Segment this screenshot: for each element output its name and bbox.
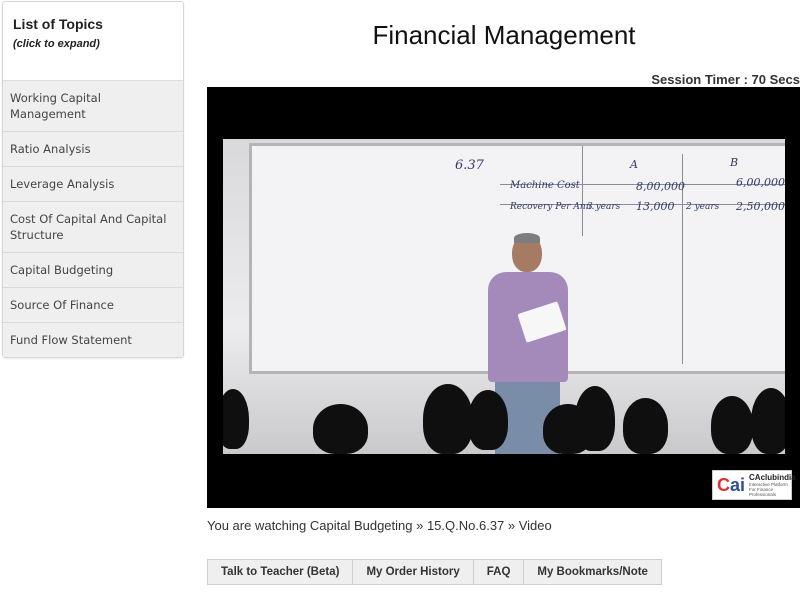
- bookmarks-note-button[interactable]: My Bookmarks/Note: [524, 560, 661, 584]
- topic-working-capital-management[interactable]: Working Capital Management: [3, 81, 183, 132]
- sidebar-title: List of Topics: [13, 16, 103, 32]
- topic-leverage-analysis[interactable]: Leverage Analysis: [3, 167, 183, 202]
- board-row2-years-b: 2 years: [686, 202, 720, 212]
- topic-capital-budgeting[interactable]: Capital Budgeting: [3, 253, 183, 288]
- order-history-button[interactable]: My Order History: [353, 560, 474, 584]
- talk-to-teacher-button[interactable]: Talk to Teacher (Beta): [208, 560, 354, 584]
- board-row2-a: 13,000: [636, 200, 675, 213]
- page-title: Financial Management: [372, 20, 636, 50]
- board-row2-b: 2,50,000: [736, 200, 785, 213]
- logo-name: CAclubindia: [749, 473, 796, 482]
- board-col-b: B: [730, 156, 739, 169]
- session-timer: Session Timer : 70 Secs: [651, 72, 800, 87]
- logo-mark-icon: Cai: [717, 474, 746, 495]
- video-player[interactable]: 6.37 A B Machine Cost 8,00,000 6,00,000 …: [207, 87, 800, 508]
- topic-source-of-finance[interactable]: Source Of Finance: [3, 288, 183, 323]
- audience-heads: [223, 384, 785, 454]
- sidebar-subtitle: (click to expand): [13, 38, 100, 50]
- video-frame-image: 6.37 A B Machine Cost 8,00,000 6,00,000 …: [223, 139, 785, 454]
- action-button-group: Talk to Teacher (Beta) My Order History …: [207, 559, 662, 585]
- topic-cost-of-capital[interactable]: Cost Of Capital And Capital Structure: [3, 202, 183, 253]
- topic-ratio-analysis[interactable]: Ratio Analysis: [3, 132, 183, 167]
- board-row2-label: Recovery Per Ann.: [510, 202, 595, 212]
- faq-button[interactable]: FAQ: [473, 560, 525, 584]
- topics-sidebar: List of Topics (click to expand) Working…: [2, 1, 184, 358]
- topic-fund-flow-statement[interactable]: Fund Flow Statement: [3, 323, 183, 357]
- board-row1-a: 8,00,000: [636, 180, 685, 193]
- board-row2-years-a: 3 years: [587, 202, 621, 212]
- sidebar-header: List of Topics (click to expand): [3, 2, 183, 81]
- board-row1-b: 6,00,000: [736, 176, 785, 189]
- caclubindia-logo: Cai CAclubindia Interactive Platform For…: [712, 470, 796, 500]
- board-question-no: 6.37: [455, 158, 484, 173]
- breadcrumb: You are watching Capital Budgeting » 15.…: [207, 518, 552, 533]
- board-col-a: A: [630, 158, 638, 171]
- board-row1-label: Machine Cost: [510, 180, 580, 191]
- logo-tagline-2: For Finance Professionals: [749, 487, 777, 497]
